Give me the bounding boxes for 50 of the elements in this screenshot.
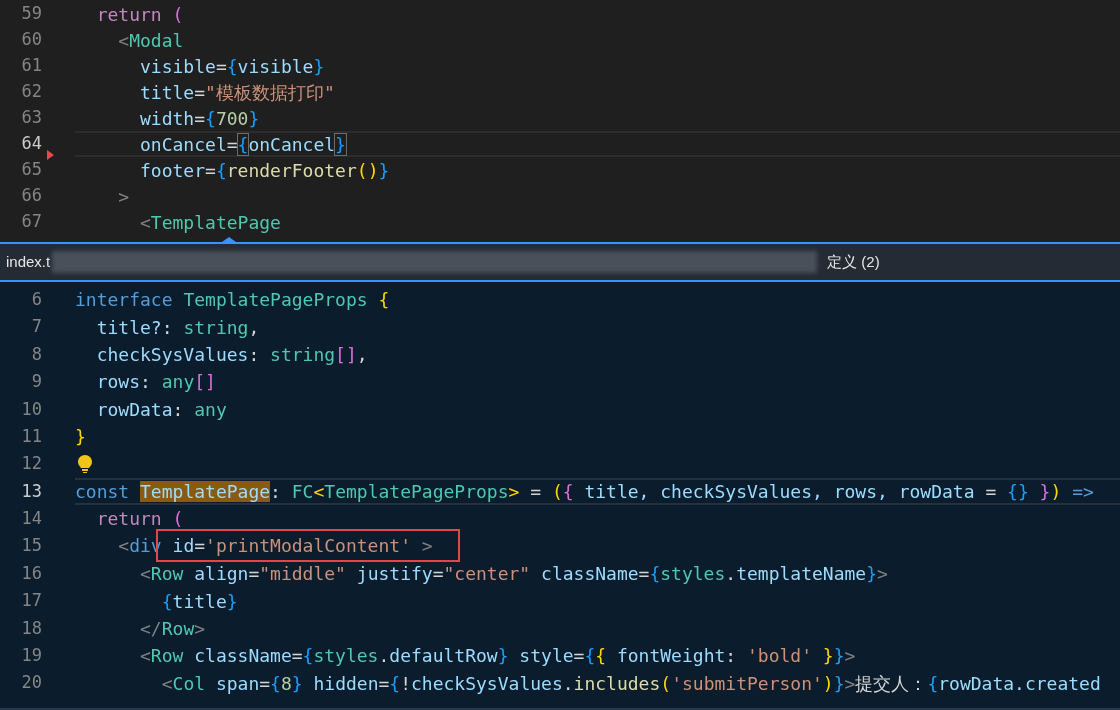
- code-line: interface TemplatePageProps {: [75, 288, 390, 313]
- code-line: {title}: [160, 589, 238, 614]
- line-number: 64: [20, 132, 42, 156]
- line-number: 61: [20, 54, 42, 78]
- line-number: 6: [30, 287, 42, 311]
- line-number: 63: [20, 106, 42, 130]
- code-line: return (: [95, 507, 184, 532]
- line-number: 7: [30, 315, 42, 339]
- line-number: 67: [20, 210, 42, 234]
- code-line: <Modal: [117, 28, 184, 53]
- code-line: checkSysValues: string[],: [95, 343, 368, 367]
- line-number: 59: [20, 2, 42, 26]
- code-line: const TemplatePage: FC<TemplatePageProps> = ({ title, checkSysValues, rows, rowData = {} }) =>: [75, 479, 1094, 504]
- line-number: 11: [20, 424, 42, 448]
- line-number: 8: [30, 342, 42, 366]
- code-line: visible={visible}: [139, 54, 325, 79]
- line-number: 15: [20, 534, 42, 558]
- line-number: 14: [20, 507, 42, 531]
- line-number: 19: [20, 644, 42, 667]
- line-number: 9: [30, 370, 42, 394]
- code-line: >: [117, 184, 130, 209]
- line-number: 66: [20, 184, 42, 208]
- code-line: <Row align="middle" justify="center" className={styles.templateName}>: [139, 562, 888, 587]
- code-line: <Col span={8} hidden={!checkSysValues.includes('submitPerson')}>提交人：{rowData.created: [160, 671, 1101, 696]
- line-number: 16: [20, 561, 42, 585]
- line-number: 20: [20, 671, 42, 695]
- code-line: </Row>: [139, 616, 206, 641]
- deleted-lines-marker-icon[interactable]: [47, 150, 54, 160]
- code-line: width={700}: [139, 106, 260, 131]
- line-number: 10: [20, 397, 42, 421]
- code-line: }: [75, 425, 86, 450]
- code-line: rows: any[]: [95, 370, 216, 395]
- line-number: 12: [20, 452, 42, 476]
- file-label: index.t: [6, 251, 51, 272]
- line-number: 62: [20, 80, 42, 104]
- code-line: <Row className={styles.defaultRow} style={{ fontWeight: 'bold' }}>: [139, 644, 856, 669]
- code-line: rowData: any: [95, 397, 227, 422]
- code-line: <TemplatePage: [139, 210, 281, 235]
- code-line: footer={renderFooter()}: [139, 158, 390, 183]
- code-line: return (: [95, 2, 184, 27]
- code-line: title="模板数据打印": [139, 80, 335, 105]
- line-number: 18: [20, 616, 42, 640]
- line-number: 65: [20, 158, 42, 182]
- code-line: onCancel={onCancel}: [139, 132, 346, 157]
- peek-title: 定义 (2): [827, 251, 880, 272]
- lightbulb-icon[interactable]: [78, 455, 92, 474]
- line-number: 13: [20, 479, 42, 503]
- line-number: 60: [20, 28, 42, 52]
- line-number: 17: [20, 589, 42, 613]
- code-line: title?: string,: [95, 315, 260, 340]
